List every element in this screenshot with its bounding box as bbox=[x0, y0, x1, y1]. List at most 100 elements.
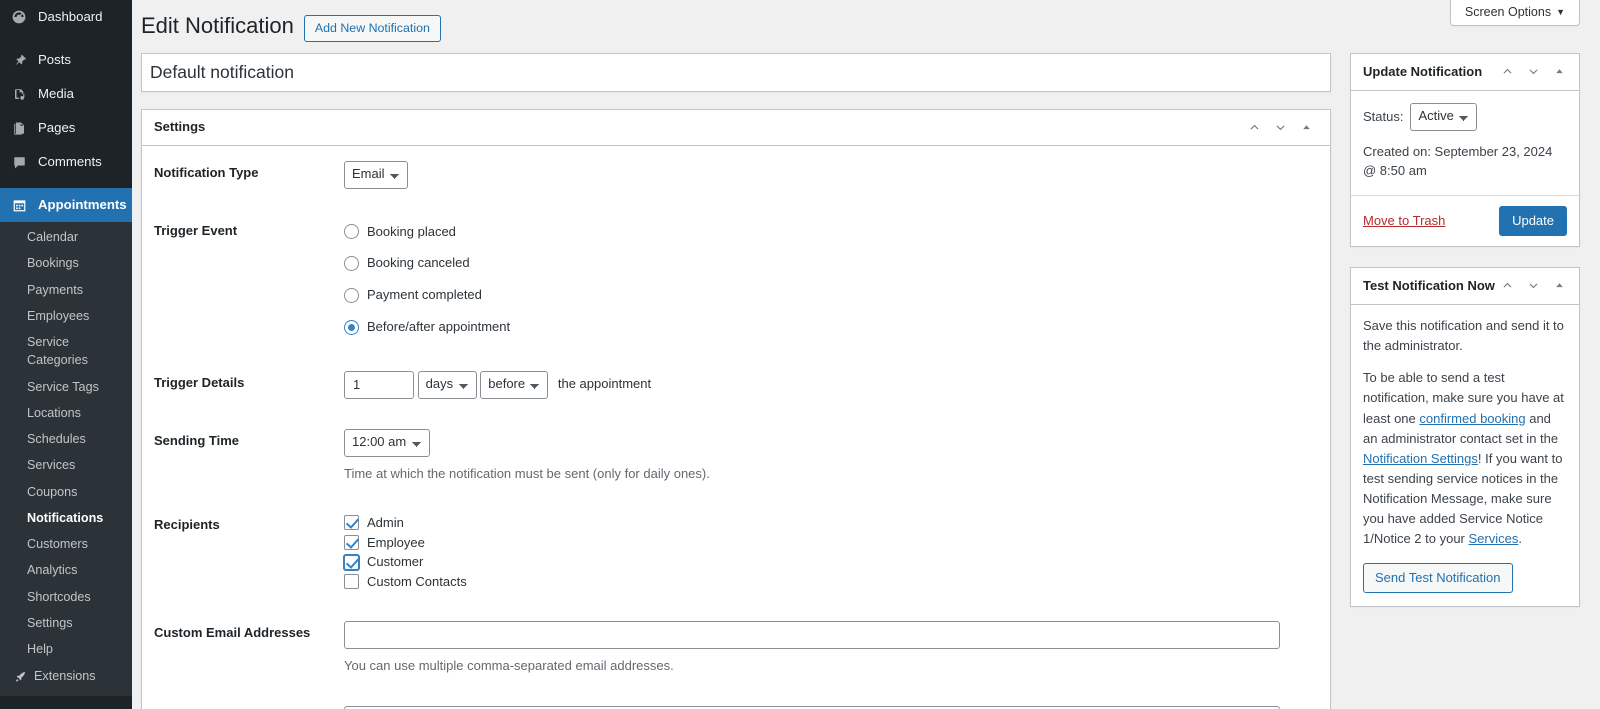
confirmed-booking-link[interactable]: confirmed booking bbox=[1419, 411, 1525, 426]
page-title-row: Edit Notification Add New Notification bbox=[132, 0, 1600, 42]
sidebar-item-label: Comments bbox=[38, 154, 102, 170]
radio-label: Payment completed bbox=[367, 287, 482, 303]
checkbox-employee[interactable]: Employee bbox=[344, 533, 1308, 553]
add-new-notification-button[interactable]: Add New Notification bbox=[303, 14, 441, 42]
sidebar-subitem-help[interactable]: Help bbox=[0, 636, 132, 662]
label-trigger-details: Trigger Details bbox=[154, 374, 245, 390]
checkbox-icon[interactable] bbox=[344, 554, 359, 570]
notification-type-select[interactable]: Email bbox=[344, 160, 408, 189]
sidebar-subitem-coupons[interactable]: Coupons bbox=[0, 479, 132, 505]
metabox-handle-actions bbox=[1495, 58, 1571, 86]
services-link[interactable]: Services bbox=[1469, 531, 1519, 546]
pages-icon bbox=[9, 118, 29, 138]
submit-rows: Status: Active Created on: September 23,… bbox=[1351, 91, 1579, 195]
trigger-amount-input[interactable] bbox=[344, 370, 414, 399]
sidebar-subitem-employees[interactable]: Employees bbox=[0, 303, 132, 329]
radio-label: Booking canceled bbox=[367, 255, 470, 271]
checkbox-icon[interactable] bbox=[344, 535, 359, 551]
sidebar-subitem-service-tags[interactable]: Service Tags bbox=[0, 374, 132, 400]
checkbox-label: Customer bbox=[367, 554, 424, 570]
move-down-icon[interactable] bbox=[1268, 113, 1292, 141]
label-custom-email: Custom Email Addresses bbox=[154, 625, 311, 641]
move-to-trash-link[interactable]: Move to Trash bbox=[1363, 213, 1445, 228]
sidebar-item-dashboard[interactable]: Dashboard bbox=[0, 0, 132, 34]
move-up-icon[interactable] bbox=[1242, 113, 1266, 141]
sidebar-item-appointments[interactable]: Appointments bbox=[0, 188, 132, 222]
test-p2-part4: . bbox=[1518, 531, 1522, 547]
sidebar-subitem-services[interactable]: Services bbox=[0, 452, 132, 478]
status-row: Status: Active bbox=[1363, 101, 1567, 140]
row-notification-type: Notification Type Email bbox=[154, 146, 1318, 204]
label-subject: Subject bbox=[154, 691, 344, 709]
appointments-submenu: Calendar Bookings Payments Employees Ser… bbox=[0, 222, 132, 697]
sidebar-subitem-payments[interactable]: Payments bbox=[0, 277, 132, 303]
trigger-unit-select[interactable]: days bbox=[417, 370, 477, 399]
sidebar-item-pages[interactable]: Pages bbox=[0, 111, 132, 145]
sending-time-select[interactable]: 12:00 am bbox=[344, 428, 430, 457]
radio-icon[interactable] bbox=[344, 224, 359, 240]
screen-options-label: Screen Options bbox=[1464, 5, 1552, 19]
move-down-icon[interactable] bbox=[1521, 272, 1545, 300]
update-metabox-body: Status: Active Created on: September 23,… bbox=[1351, 91, 1579, 246]
trigger-direction-select[interactable]: before bbox=[480, 370, 549, 399]
radio-icon[interactable] bbox=[344, 256, 359, 272]
custom-email-input[interactable] bbox=[344, 621, 1280, 650]
sidebar-item-calendar[interactable]: Calendar bbox=[0, 704, 132, 709]
send-test-notification-button[interactable]: Send Test Notification bbox=[1363, 562, 1513, 593]
row-custom-email: Custom Email Addresses You can use multi… bbox=[154, 606, 1318, 691]
sidebar-subitem-bookings[interactable]: Bookings bbox=[0, 250, 132, 276]
sending-time-description: Time at which the notification must be s… bbox=[344, 465, 710, 481]
sidebar-item-label: Pages bbox=[38, 120, 76, 136]
admin-sidebar: Dashboard Posts Media Pages Comments App… bbox=[0, 0, 132, 709]
sidebar-subitem-analytics[interactable]: Analytics bbox=[0, 557, 132, 583]
columns: Settings bbox=[132, 52, 1600, 709]
notification-settings-link[interactable]: Notification Settings bbox=[1363, 451, 1478, 466]
checkbox-admin[interactable]: Admin bbox=[344, 513, 1308, 533]
radio-booking-canceled[interactable]: Booking canceled bbox=[344, 250, 1308, 277]
label-trigger-event: Trigger Event bbox=[154, 222, 238, 238]
sidebar-subitem-extensions[interactable]: Extensions bbox=[0, 662, 132, 690]
extensions-icon bbox=[12, 666, 28, 686]
sidebar-subitem-calendar[interactable]: Calendar bbox=[0, 224, 132, 250]
sidebar-item-comments[interactable]: Comments bbox=[0, 145, 132, 179]
move-up-icon[interactable] bbox=[1495, 58, 1519, 86]
radio-booking-placed[interactable]: Booking placed bbox=[344, 219, 1308, 246]
radio-payment-completed[interactable]: Payment completed bbox=[344, 282, 1308, 309]
admin-content: Screen Options ▼ Edit Notification Add Ne… bbox=[132, 0, 1600, 709]
sidebar-item-label: Media bbox=[38, 86, 74, 102]
checkbox-icon[interactable] bbox=[344, 574, 359, 590]
trigger-details-suffix: the appointment bbox=[557, 376, 652, 392]
sidebar-item-media[interactable]: Media bbox=[0, 77, 132, 111]
sidebar-subitem-service-categories[interactable]: Service Categories bbox=[0, 329, 132, 374]
menu-separator bbox=[0, 34, 132, 43]
page-title: Edit Notification bbox=[141, 13, 294, 38]
status-select[interactable]: Active bbox=[1410, 102, 1478, 131]
checkbox-icon[interactable] bbox=[344, 515, 359, 531]
toggle-panel-icon[interactable] bbox=[1547, 58, 1571, 86]
checkbox-custom-contacts[interactable]: Custom Contacts bbox=[344, 572, 1308, 592]
sidebar-subitem-locations[interactable]: Locations bbox=[0, 400, 132, 426]
update-button[interactable]: Update bbox=[1499, 205, 1567, 236]
toggle-panel-icon[interactable] bbox=[1294, 113, 1318, 141]
screen-options-button[interactable]: Screen Options ▼ bbox=[1449, 0, 1580, 26]
test-paragraph-1: Save this notification and send it to th… bbox=[1363, 317, 1564, 354]
checkbox-customer[interactable]: Customer bbox=[344, 552, 1308, 572]
move-up-icon[interactable] bbox=[1495, 272, 1519, 300]
checkbox-label: Admin bbox=[367, 515, 404, 531]
toggle-panel-icon[interactable] bbox=[1547, 272, 1571, 300]
chevron-down-icon: ▼ bbox=[1556, 7, 1565, 17]
radio-icon[interactable] bbox=[344, 288, 359, 304]
sidebar-subitem-schedules[interactable]: Schedules bbox=[0, 426, 132, 452]
sidebar-subitem-settings[interactable]: Settings bbox=[0, 610, 132, 636]
radio-before-after-appointment[interactable]: Before/after appointment bbox=[344, 314, 1308, 341]
move-down-icon[interactable] bbox=[1521, 58, 1545, 86]
sidebar-subitem-shortcodes[interactable]: Shortcodes bbox=[0, 584, 132, 610]
sidebar-subitem-customers[interactable]: Customers bbox=[0, 531, 132, 557]
radio-icon[interactable] bbox=[344, 319, 359, 335]
settings-metabox: Settings Notification Type Email Trigger… bbox=[141, 109, 1331, 709]
menu-separator bbox=[0, 696, 132, 704]
sidebar-subitem-notifications[interactable]: Notifications bbox=[0, 505, 132, 531]
test-metabox-title: Test Notification Now bbox=[1363, 277, 1495, 293]
notification-title-input[interactable] bbox=[142, 53, 1330, 92]
sidebar-item-posts[interactable]: Posts bbox=[0, 43, 132, 77]
